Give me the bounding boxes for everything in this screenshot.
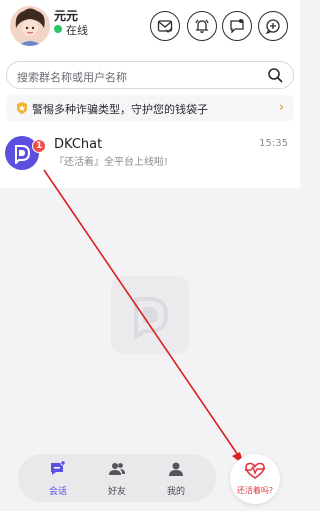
bottom-nav: 会话 好友 我的: [18, 454, 216, 502]
notification-button[interactable]: [187, 11, 217, 41]
app-logo-watermark: [111, 276, 189, 354]
chat-title: DKChat: [54, 137, 103, 152]
chevron-right-icon: ›: [279, 100, 284, 114]
bell-icon: [194, 18, 210, 34]
message-button[interactable]: [222, 11, 252, 41]
tab-friends[interactable]: 好友: [93, 460, 141, 498]
shield-star-icon: [16, 100, 28, 119]
tab-profile-label: 我的: [166, 487, 185, 497]
tab-chats[interactable]: 会话: [34, 460, 82, 498]
still-alive-button[interactable]: 还活着吗?: [230, 454, 280, 504]
tab-chats-label: 会话: [48, 487, 67, 497]
mail-check-button[interactable]: [150, 11, 180, 41]
heartbeat-icon: [244, 462, 266, 484]
online-status-dot: [54, 25, 62, 33]
add-chat-button[interactable]: [258, 11, 288, 41]
search-icon[interactable]: [267, 67, 283, 87]
search-placeholder: 搜索群名称或用户名称: [17, 71, 127, 84]
tab-profile[interactable]: 我的: [152, 460, 200, 498]
mail-check-icon: [157, 18, 173, 34]
chat-icon: [49, 460, 67, 482]
avatar[interactable]: [10, 6, 50, 46]
message-square-icon: [229, 18, 245, 34]
tab-friends-label: 好友: [107, 487, 126, 497]
fraud-warning-banner[interactable]: 警惕多种诈骗类型，守护您的钱袋子 ›: [6, 95, 294, 121]
profile-icon: [167, 460, 185, 482]
fraud-warning-text: 警惕多种诈骗类型，守护您的钱袋子: [32, 103, 208, 116]
chat-time: 15:35: [259, 138, 288, 149]
add-chat-icon: [265, 18, 281, 34]
list-item[interactable]: DKChat 『还活着』全平台上线啦! 15:35: [0, 128, 300, 188]
search-input[interactable]: 搜索群名称或用户名称: [6, 61, 294, 89]
online-status: 在线: [66, 24, 88, 37]
still-alive-label: 还活着吗?: [236, 486, 274, 495]
chat-preview: 『还活着』全平台上线啦!: [54, 157, 169, 168]
friends-icon: [108, 460, 126, 482]
